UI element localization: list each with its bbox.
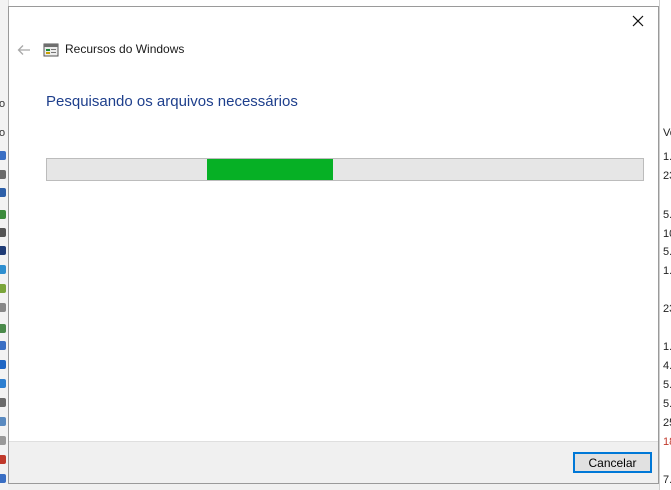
background-list-icon	[0, 284, 6, 293]
background-cell: 1.	[663, 265, 671, 277]
background-list-icon	[0, 324, 6, 333]
background-cell: 23	[663, 170, 671, 182]
cancel-button[interactable]: Cancelar	[573, 452, 652, 473]
page-heading: Pesquisando os arquivos necessários	[46, 93, 298, 110]
background-cell: 5.	[663, 209, 671, 221]
windows-features-icon	[43, 43, 59, 57]
progress-bar-fill	[206, 159, 334, 180]
background-column-header: Ve	[663, 127, 671, 139]
background-list-icon	[0, 151, 6, 160]
background-list-icon	[0, 170, 6, 179]
background-list-icon	[0, 341, 6, 350]
background-text-fragment: o	[0, 98, 5, 110]
background-cell: 18	[663, 436, 671, 448]
background-list-icon	[0, 398, 6, 407]
background-list-icon	[0, 379, 6, 388]
background-list-icon	[0, 246, 6, 255]
progress-bar	[46, 158, 644, 181]
background-list-icon	[0, 210, 6, 219]
background-list-icon	[0, 455, 6, 464]
background-cell: 25	[663, 417, 671, 429]
background-cell: 5.	[663, 398, 671, 410]
background-list-icon	[0, 265, 6, 274]
close-icon	[632, 15, 644, 27]
background-list-icon	[0, 360, 6, 369]
background-cell: 1.	[663, 151, 671, 163]
windows-features-dialog: Recursos do Windows Pesquisando os arqui…	[8, 6, 659, 484]
dialog-header: Recursos do Windows	[9, 37, 658, 63]
background-list-icon	[0, 303, 6, 312]
background-cell: 4.	[663, 360, 671, 372]
background-window-bottom	[8, 484, 659, 490]
background-list-icon	[0, 228, 6, 237]
background-cell: 5.	[663, 246, 671, 258]
dialog-footer: Cancelar	[9, 441, 658, 483]
background-window-right: Ve 1. 23 5. 10 5. 1. 23 1. 4. 5. 5. 25 1…	[659, 0, 671, 490]
background-list-icon	[0, 188, 6, 197]
background-list-icon	[0, 417, 6, 426]
background-cell: 23	[663, 303, 671, 315]
background-cell: 1.	[663, 341, 671, 353]
background-list-icon	[0, 436, 6, 445]
back-button[interactable]	[15, 41, 33, 59]
background-cell: 10	[663, 228, 671, 240]
background-list-icon	[0, 474, 6, 483]
close-button[interactable]	[618, 7, 658, 35]
window-title: Recursos do Windows	[65, 42, 185, 56]
background-cell: 5.	[663, 379, 671, 391]
back-arrow-icon	[17, 45, 30, 55]
background-text-fragment: o	[0, 127, 5, 139]
background-cell: 7.	[663, 474, 671, 486]
